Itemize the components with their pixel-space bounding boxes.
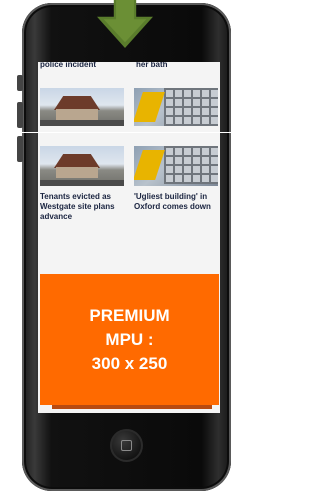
story-thumbnail-house[interactable] (40, 88, 124, 126)
volume-up-button (17, 102, 23, 128)
home-square-icon (121, 440, 132, 451)
mute-switch (17, 75, 23, 91)
scaffold-shape (164, 146, 218, 184)
story-thumbnail-house[interactable] (40, 146, 124, 186)
wall-shape (56, 109, 98, 120)
story-headline-right[interactable]: 'Ugliest building' in Oxford comes down (134, 192, 220, 212)
digger-shape (134, 92, 165, 122)
premium-mpu-ad[interactable]: PREMIUM MPU : 300 x 250 (40, 274, 219, 405)
road-shape (40, 180, 124, 186)
digger-shape (134, 150, 165, 180)
story-thumbnail-demolition[interactable] (134, 88, 218, 126)
horizontal-divider (0, 132, 244, 133)
story-headline-left[interactable]: Tenants evicted as Westgate site plans a… (40, 192, 128, 222)
home-button[interactable] (110, 429, 143, 462)
ad-line-1: PREMIUM (89, 305, 170, 325)
top-headline-left[interactable]: police incident (40, 62, 96, 70)
ad-bottom-strip (52, 405, 212, 409)
ad-line-3: 300 x 250 (91, 353, 168, 373)
road-shape (40, 120, 124, 126)
story-thumbnail-demolition[interactable] (134, 146, 218, 186)
scaffold-shape (164, 88, 218, 126)
roof-shape (54, 96, 100, 110)
wall-shape (56, 167, 98, 178)
roof-shape (54, 154, 100, 168)
top-headline-right[interactable]: her bath (136, 62, 168, 70)
ad-line-2: MPU : (105, 329, 154, 349)
volume-down-button (17, 136, 23, 162)
